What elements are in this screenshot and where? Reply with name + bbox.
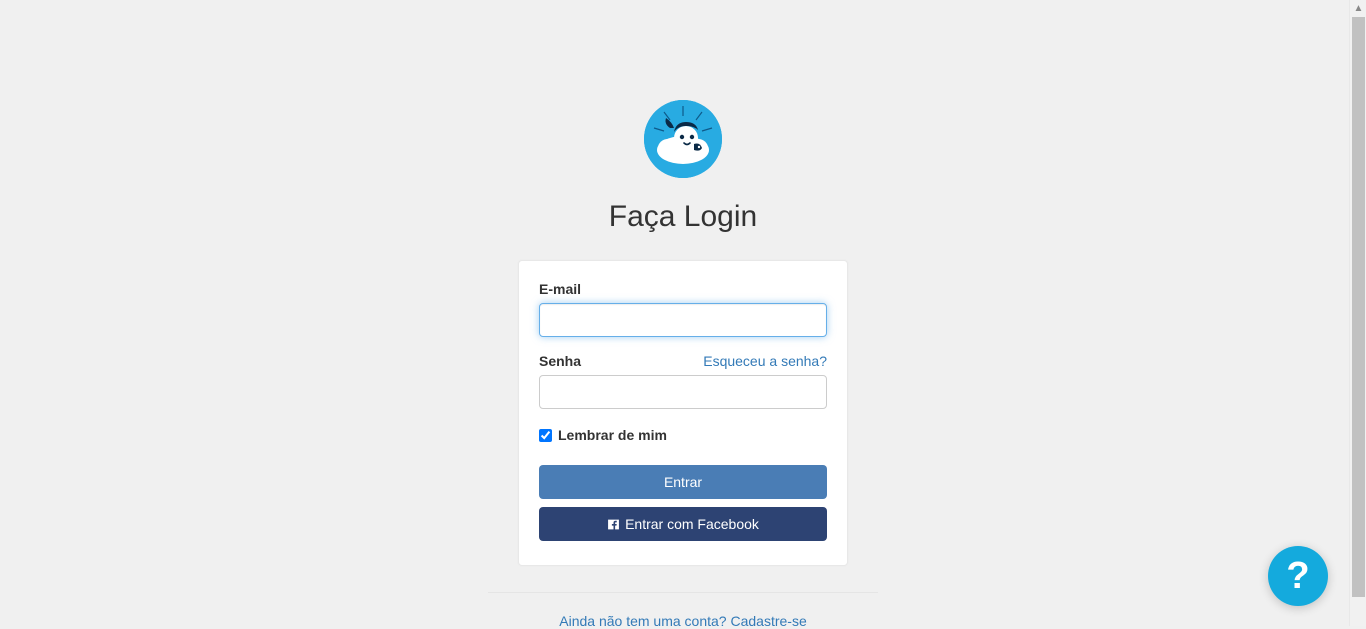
submit-button[interactable]: Entrar — [539, 465, 827, 499]
remember-label: Lembrar de mim — [558, 427, 667, 443]
divider — [488, 592, 878, 593]
brand-logo — [644, 100, 722, 178]
password-label: Senha — [539, 353, 581, 369]
scrollbar-thumb[interactable] — [1352, 17, 1365, 597]
question-mark-icon: ? — [1286, 555, 1309, 598]
scrollbar[interactable]: ▲ — [1349, 0, 1366, 626]
facebook-login-button[interactable]: Entrar com Facebook — [539, 507, 827, 541]
signup-link[interactable]: Ainda não tem uma conta? Cadastre-se — [559, 613, 806, 629]
facebook-icon — [607, 518, 620, 531]
page-title: Faça Login — [609, 200, 757, 234]
cloud-avatar-icon — [644, 100, 722, 178]
scroll-up-arrow-icon[interactable]: ▲ — [1350, 0, 1366, 17]
email-input[interactable] — [539, 303, 827, 337]
login-card: E-mail Senha Esqueceu a senha? Lembrar d… — [518, 260, 848, 566]
forgot-password-link[interactable]: Esqueceu a senha? — [703, 353, 827, 369]
password-input[interactable] — [539, 375, 827, 409]
remember-checkbox[interactable] — [539, 429, 552, 442]
help-button[interactable]: ? — [1268, 546, 1328, 606]
email-label: E-mail — [539, 281, 581, 297]
